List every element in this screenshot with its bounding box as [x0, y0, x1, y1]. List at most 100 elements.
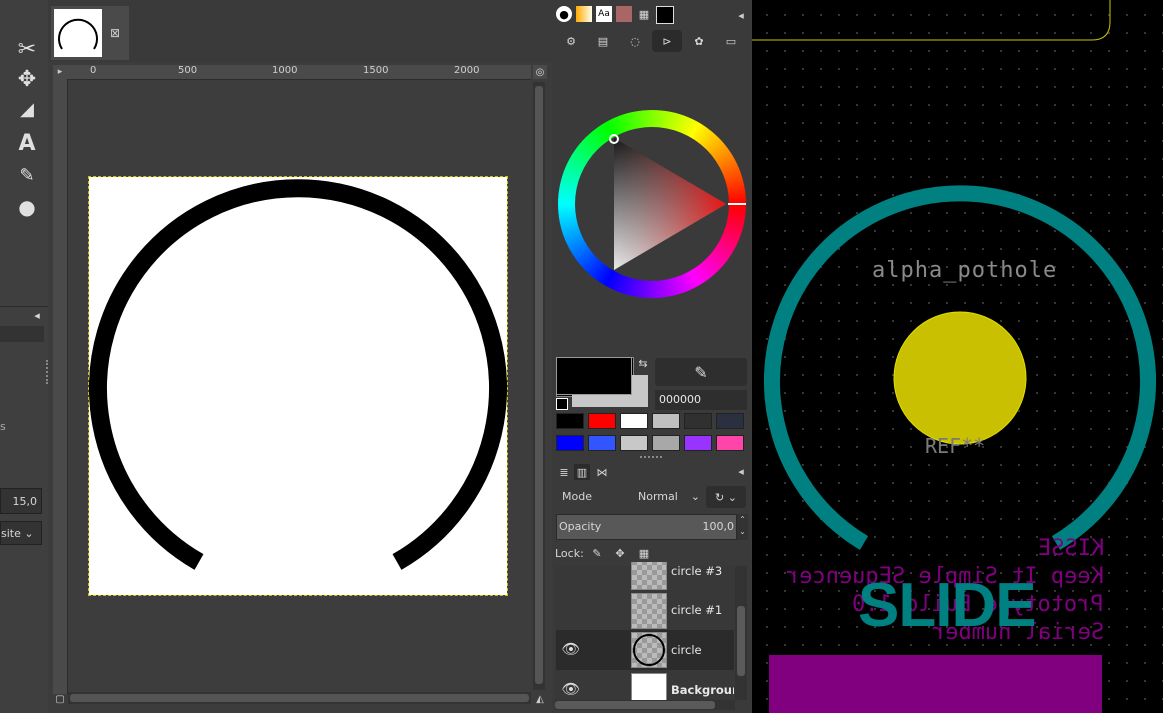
size-input[interactable]: 15,0 [0, 488, 42, 514]
palette-swatch[interactable] [588, 413, 616, 429]
mode-label: Mode [562, 490, 592, 503]
layer-name: circle #1 [671, 603, 723, 617]
lock-label: Lock: [555, 547, 584, 560]
color-picker-icon[interactable]: ✎ [12, 162, 42, 188]
flip-icon[interactable]: ◢ [12, 96, 42, 122]
fg-color-swatch-front[interactable] [556, 357, 632, 395]
palette-swatch[interactable] [716, 435, 744, 451]
scissors-select-icon[interactable]: ✂ [12, 36, 42, 62]
dock-handle[interactable] [46, 360, 52, 384]
navigate-icon[interactable]: ◭ [533, 692, 547, 706]
opacity-value: 100,0 [702, 520, 735, 533]
dock-tabs-second: ⚙ ▤ ◌ ⊳ ✿ ▭ [554, 28, 749, 54]
visibility-eye-icon[interactable]: 👁 [561, 640, 580, 658]
chevron-down-icon: ⌄ [690, 490, 700, 503]
panel-menu-icon[interactable]: ◂ [30, 308, 44, 322]
layer-name: circle #3 [671, 564, 723, 578]
fg-bg-tab-icon[interactable] [656, 6, 674, 24]
palette-swatch[interactable] [620, 435, 648, 451]
board-edge-outline [752, 0, 1111, 41]
reference-label[interactable]: REF** [925, 434, 985, 458]
ruler-corner[interactable]: ▸ [53, 65, 67, 79]
mode-reset-button[interactable]: ↻ ⌄ [706, 486, 746, 508]
palette-tab-icon[interactable]: ◌ [626, 32, 644, 50]
quick-mask-icon[interactable]: ▢ [53, 692, 67, 706]
scroll-thumb[interactable] [737, 606, 745, 676]
ruler-tick-label: 1000 [272, 65, 298, 76]
silk-line-1[interactable]: KISSE [1038, 536, 1104, 561]
palette-swatch[interactable] [556, 413, 584, 429]
scroll-thumb[interactable] [555, 701, 715, 709]
color-wheel[interactable] [558, 110, 746, 298]
arc-drawing [89, 179, 507, 570]
layer-row[interactable]: 👁 Background [556, 670, 734, 700]
dock-menu-icon[interactable]: ◂ [734, 8, 748, 22]
opacity-spinner[interactable]: ⌃ ⌄ [737, 514, 748, 540]
pattern-tab-icon[interactable] [616, 6, 632, 22]
toolbox-divider [0, 306, 48, 307]
horizontal-scrollbar[interactable] [68, 692, 531, 704]
smudge-icon[interactable]: ● [12, 194, 42, 220]
hex-entry[interactable]: 000000 [655, 390, 747, 410]
layer-thumbnail [631, 593, 667, 629]
move-icon[interactable]: ✥ [12, 66, 42, 92]
default-colors-icon[interactable] [556, 398, 568, 410]
palette-swatch[interactable] [684, 435, 712, 451]
template-tab-icon[interactable]: ▭ [722, 32, 740, 50]
layer-thumbnail [631, 562, 667, 590]
brush-tab-icon[interactable]: ● [556, 6, 572, 22]
palette-swatch[interactable] [588, 435, 616, 451]
vertical-scrollbar[interactable] [533, 82, 545, 690]
palette-swatch[interactable] [684, 413, 712, 429]
image-canvas[interactable] [88, 176, 508, 596]
palette-swatch[interactable] [652, 413, 680, 429]
scroll-thumb[interactable] [70, 694, 529, 702]
toolbox-panel: ✂ ✥ ◢ A ✎ ● ◂ s 15,0 site ⌄ [0, 0, 48, 713]
mode-select-value: site [1, 527, 21, 540]
palette-swatch[interactable] [620, 413, 648, 429]
footprint-value-label[interactable]: alpha_pothole [872, 258, 1057, 283]
colors-tab-icon[interactable]: ⊳ [652, 30, 682, 52]
palette-swatch[interactable] [716, 413, 744, 429]
lock-alpha-icon[interactable]: ▦ [637, 546, 651, 560]
paint-dynamics-tab-icon[interactable]: ✿ [690, 32, 708, 50]
lock-pixels-icon[interactable]: ✎ [590, 546, 604, 560]
paths-tab-icon[interactable]: ⋈ [594, 464, 610, 480]
opacity-slider[interactable]: Opacity 100,0 [556, 514, 737, 540]
layers-hscroll[interactable] [555, 700, 735, 710]
layer-mode-select[interactable]: Normal ⌄ [632, 486, 702, 508]
image-tab[interactable]: ⊠ [51, 6, 129, 60]
layer-row-selected[interactable]: 👁 circle [556, 630, 734, 670]
zoom-icon[interactable]: ◎ [533, 65, 547, 79]
layer-row[interactable]: circle #3 [556, 562, 734, 590]
scroll-thumb[interactable] [535, 86, 543, 684]
text-icon[interactable]: A [12, 130, 42, 156]
visibility-eye-icon[interactable]: 👁 [561, 680, 580, 698]
ruler-tick-label: 500 [178, 65, 198, 76]
layers-scrollbar[interactable] [735, 566, 747, 700]
color-picker-button[interactable]: ✎ [655, 358, 747, 386]
dock-menu-icon[interactable]: ◂ [734, 464, 748, 478]
font-tab-icon[interactable]: Aa [596, 6, 612, 22]
device-status-tab-icon[interactable]: ⚙ [562, 32, 580, 50]
layers-tab-icon[interactable]: ≣ [556, 464, 572, 480]
pcb-canvas[interactable]: alpha_pothole REF** KISSE Keep It Simple… [752, 0, 1163, 713]
lock-position-icon[interactable]: ✥ [613, 546, 627, 560]
sv-triangle[interactable] [558, 110, 746, 298]
histogram-tab-icon[interactable]: ▤ [594, 32, 612, 50]
palette-swatch[interactable] [652, 435, 680, 451]
mode-select[interactable]: site ⌄ [0, 521, 42, 545]
pothole-pad [893, 311, 1027, 445]
dock-tabs-top: ● Aa ▦ ◂ [554, 4, 749, 26]
slide-logo-text[interactable]: SLIDE [858, 570, 1037, 641]
close-tab-icon[interactable]: ⊠ [108, 26, 122, 40]
palette-swatch[interactable] [556, 435, 584, 451]
swap-colors-icon[interactable]: ⇆ [636, 356, 650, 370]
image-thumbnail [54, 9, 102, 57]
layer-row[interactable]: circle #1 [556, 590, 734, 630]
images-tab-icon[interactable]: ▦ [636, 6, 652, 22]
opacity-label: Opacity [559, 520, 602, 533]
layer-mode-value: Normal [638, 490, 678, 503]
channels-tab-icon[interactable]: ▥ [574, 464, 590, 480]
gradient-tab-icon[interactable] [576, 6, 592, 22]
